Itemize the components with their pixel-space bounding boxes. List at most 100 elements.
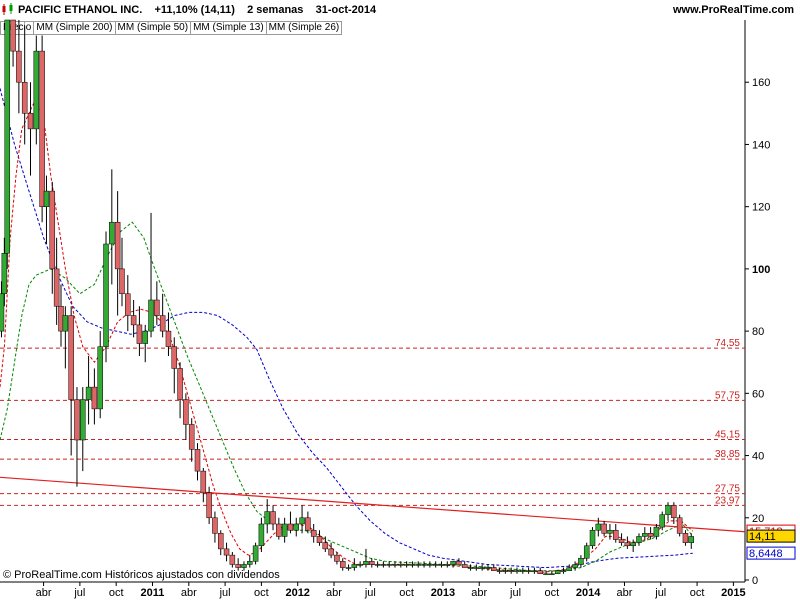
x-tick-label: abr <box>617 587 633 599</box>
candle-body <box>281 523 288 537</box>
candle-body <box>142 330 148 344</box>
x-tick-label: 2013 <box>431 587 455 599</box>
candle-body <box>380 564 387 566</box>
candle-body <box>485 567 491 569</box>
candle-body <box>235 564 241 568</box>
value-tag: 8,6448 <box>746 546 796 560</box>
x-tick-label: 2015 <box>721 587 745 599</box>
candle-body <box>578 557 584 565</box>
candle-body <box>351 564 358 568</box>
candle-body <box>450 561 456 565</box>
candle-body <box>223 548 230 556</box>
candle-body <box>392 564 398 566</box>
candle-body <box>456 561 462 565</box>
candle-body <box>676 517 683 534</box>
candle-body <box>613 529 619 540</box>
candle-body <box>572 564 578 568</box>
y-tick-label: 0 <box>752 575 758 587</box>
candlesticks <box>0 19 695 576</box>
candle-body <box>264 511 270 525</box>
candle-body <box>258 523 265 547</box>
candle-body <box>136 324 143 344</box>
candle-body <box>409 564 416 566</box>
x-tick-label: oct <box>254 587 269 599</box>
candle-body <box>642 533 648 537</box>
candle-body <box>525 570 532 572</box>
x-tick-label: abr <box>181 587 197 599</box>
candle-body <box>293 523 300 531</box>
candle-body <box>630 542 636 547</box>
candle-body <box>595 523 602 531</box>
candle-body <box>103 243 109 347</box>
candle-body <box>16 50 22 83</box>
horizontal-level-label: 38,85 <box>715 449 740 460</box>
candle-body <box>159 315 166 332</box>
candle-body <box>438 564 445 566</box>
x-tick-label: oct <box>545 587 560 599</box>
horizontal-level-label: 57,75 <box>715 390 740 401</box>
candle-body <box>62 315 69 332</box>
candle-body <box>212 517 218 534</box>
horizontal-level-label: 27,75 <box>715 484 740 495</box>
candle-body <box>97 346 103 410</box>
candle-body <box>427 564 433 566</box>
horizontal-levels: 74,55 57,75 45,15 38,85 27,7523,97 <box>0 338 745 506</box>
y-tick-label: 160 <box>752 77 770 89</box>
candle-body <box>252 545 259 562</box>
candle-body <box>85 386 92 400</box>
candle-body <box>247 561 253 565</box>
x-tick-label: 2014 <box>576 587 601 599</box>
candle-body <box>479 567 485 569</box>
horizontal-level-label: 45,15 <box>715 430 740 441</box>
candle-body <box>10 19 16 52</box>
y-tick-label: 20 <box>752 513 764 525</box>
y-tick-label: 100 <box>752 264 770 276</box>
candle-body <box>53 268 60 307</box>
candle-body <box>398 564 404 566</box>
candle-body <box>114 221 121 270</box>
candle-body <box>415 564 421 566</box>
candle-body <box>287 523 294 531</box>
candle-body <box>554 570 561 575</box>
candle-body <box>27 113 34 130</box>
candle-body <box>49 190 56 270</box>
candle-body <box>363 561 369 565</box>
value-tag-label: 8,6448 <box>749 548 783 560</box>
candle-body <box>549 573 555 576</box>
candle-body <box>229 554 236 565</box>
trendline <box>0 476 746 533</box>
candle-body <box>206 492 212 519</box>
candle-body <box>496 570 503 572</box>
candle-body <box>68 315 74 400</box>
x-tick-label: 2012 <box>285 587 309 599</box>
candle-body <box>177 368 183 400</box>
candle-body <box>421 564 427 566</box>
candle-body <box>508 570 514 572</box>
candle-body <box>334 554 340 562</box>
candle-body <box>374 564 381 566</box>
x-tick-label: oct <box>399 587 414 599</box>
x-tick-label: abr <box>326 587 342 599</box>
candle-body <box>148 299 154 332</box>
x-axis-ticks: abr jul oct 2011 abr jul oct 2012 abr jul oct 2013 a… <box>36 582 746 599</box>
x-tick-label: 2011 <box>141 587 165 599</box>
candle-body <box>39 50 45 207</box>
candle-body <box>682 533 689 543</box>
price-chart: 74,55 57,75 45,15 38,85 27,7523,97 0 20 40 60 80… <box>0 19 800 599</box>
y-tick-label: 40 <box>752 451 764 463</box>
x-tick-label: jul <box>219 587 231 599</box>
candle-body <box>339 561 346 568</box>
candle-body <box>1 253 8 295</box>
candle-body <box>305 517 311 531</box>
candle-body <box>183 399 189 425</box>
x-tick-label: abr <box>36 587 52 599</box>
candle-body <box>357 564 363 566</box>
candle-body <box>310 529 317 537</box>
candle-body <box>560 570 567 572</box>
value-tag-label: 14,11 <box>749 531 776 543</box>
candle-body <box>618 539 625 543</box>
candle-body <box>467 567 474 569</box>
candle-body <box>444 564 451 566</box>
y-tick-label: 120 <box>752 202 770 214</box>
candle-body <box>345 567 352 569</box>
